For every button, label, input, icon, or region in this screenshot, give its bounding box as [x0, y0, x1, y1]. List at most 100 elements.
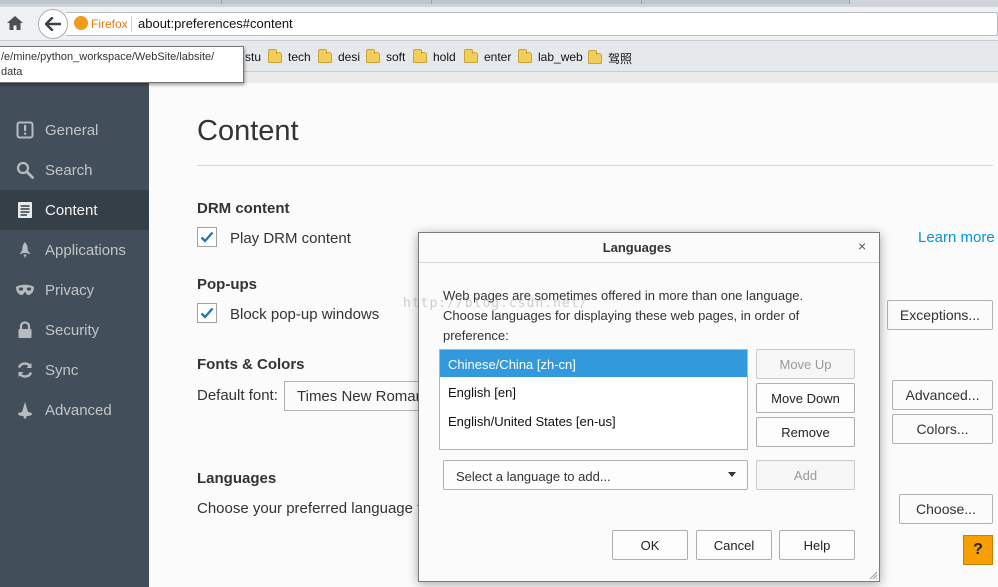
bookmark-folder[interactable]: stu: [245, 50, 261, 64]
tooltip-line: /e/mine/python_workspace/WebSite/labsite…: [1, 51, 215, 63]
ok-button[interactable]: OK: [612, 530, 688, 560]
bookmark-folder[interactable]: lab_web: [518, 48, 583, 64]
back-arrow-icon: [45, 17, 61, 31]
help-label: Help: [803, 537, 831, 553]
sidebar-item-label: Applications: [45, 241, 126, 259]
bookmark-folder[interactable]: soft: [366, 48, 406, 64]
sync-icon: [14, 359, 36, 381]
rocket-icon: [14, 239, 36, 261]
bookmark-folder[interactable]: desi: [318, 48, 361, 64]
block-popups-label[interactable]: Block pop-up windows: [230, 306, 379, 323]
tab[interactable]: [432, 0, 642, 4]
default-font-label: Default font:: [197, 387, 278, 404]
sidebar-item-label: Advanced: [45, 401, 112, 419]
bookmark-folder[interactable]: hold: [413, 48, 456, 64]
move-up-button[interactable]: Move Up: [756, 349, 855, 379]
colors-button[interactable]: Colors...: [892, 414, 993, 444]
bookmark-tooltip: /e/mine/python_workspace/WebSite/labsite…: [0, 46, 244, 83]
list-item[interactable]: English [en]: [440, 378, 747, 405]
bookmark-label: lab_web: [538, 50, 583, 64]
help-dialog-button[interactable]: Help: [779, 530, 855, 560]
mask-icon: [14, 279, 36, 301]
bookmark-label: soft: [386, 50, 406, 64]
sidebar-item-label: Security: [45, 321, 100, 339]
checkmark-icon: [200, 231, 214, 243]
list-item[interactable]: English/United States [en-us]: [440, 407, 747, 434]
list-item[interactable]: Chinese/China [zh-cn]: [440, 350, 747, 377]
bookmark-label: stu: [245, 50, 262, 64]
choose-languages-button[interactable]: Choose...: [899, 494, 993, 524]
folder-icon: [464, 48, 478, 63]
drm-checkbox[interactable]: [197, 227, 217, 247]
sidebar-item-general[interactable]: General: [0, 110, 149, 150]
sidebar-item-label: General: [45, 121, 99, 139]
bookmark-folder[interactable]: 驾照: [588, 50, 632, 67]
wizard-icon: [14, 399, 36, 421]
exceptions-button[interactable]: Exceptions...: [887, 300, 993, 330]
advanced-fonts-button[interactable]: Advanced...: [892, 380, 993, 410]
languages-description: Choose your preferred language f: [197, 500, 422, 517]
sidebar-item-label: Sync: [45, 361, 79, 379]
identity-label: Firefox: [91, 17, 128, 31]
add-language-button[interactable]: Add: [756, 460, 855, 490]
popups-heading: Pop-ups: [197, 276, 257, 293]
ok-label: OK: [640, 537, 660, 553]
url-separator: [131, 16, 132, 32]
folder-icon: [318, 48, 332, 63]
move-down-button[interactable]: Move Down: [756, 383, 855, 413]
help-button[interactable]: ?: [963, 535, 993, 565]
folder-icon: [268, 48, 282, 63]
drm-checkbox-label[interactable]: Play DRM content: [230, 230, 351, 247]
home-icon: [7, 16, 23, 30]
bookmark-label: desi: [338, 50, 361, 64]
tab[interactable]: [222, 0, 432, 4]
resize-grip-icon[interactable]: [868, 570, 878, 580]
sidebar-item-sync[interactable]: Sync: [0, 350, 149, 390]
page-title: Content: [197, 115, 299, 147]
sidebar-item-search[interactable]: Search: [0, 150, 149, 190]
sidebar-item-privacy[interactable]: Privacy: [0, 270, 149, 310]
back-button[interactable]: [38, 9, 68, 39]
tooltip-line: data: [1, 66, 23, 78]
watermark-text: http://blog.csdn.net/: [403, 296, 589, 311]
folder-icon: [518, 48, 532, 63]
add-language-select[interactable]: Select a language to add...: [443, 460, 748, 490]
remove-button[interactable]: Remove: [756, 417, 855, 447]
block-popups-checkbox[interactable]: [197, 303, 217, 323]
sidebar-item-advanced[interactable]: Advanced: [0, 390, 149, 430]
move-up-label: Move Up: [779, 356, 832, 372]
folder-icon: [413, 48, 427, 63]
sidebar-item-security[interactable]: Security: [0, 310, 149, 350]
tab[interactable]: [642, 0, 850, 4]
chevron-down-icon: [728, 472, 736, 477]
search-icon: [14, 159, 36, 181]
close-icon[interactable]: ×: [858, 238, 866, 254]
cancel-label: Cancel: [713, 537, 755, 553]
sidebar-item-content[interactable]: Content: [0, 190, 149, 230]
cancel-button[interactable]: Cancel: [696, 530, 772, 560]
bookmark-label: hold: [433, 50, 456, 64]
bookmark-label: 驾照: [608, 52, 633, 66]
bookmark-label: tech: [288, 50, 311, 64]
move-down-label: Move Down: [771, 390, 840, 406]
sidebar-item-applications[interactable]: Applications: [0, 230, 149, 270]
document-icon: [14, 199, 36, 221]
checkmark-icon: [200, 307, 214, 319]
languages-heading: Languages: [197, 470, 277, 487]
sidebar-item-label: Privacy: [45, 281, 95, 299]
general-icon: [14, 119, 36, 141]
drm-heading: DRM content: [197, 200, 290, 217]
remove-label: Remove: [781, 424, 830, 440]
folder-icon: [588, 50, 602, 64]
dialog-title: Languages: [602, 240, 672, 255]
add-label: Add: [793, 467, 818, 483]
fonts-colors-heading: Fonts & Colors: [197, 356, 305, 373]
sidebar-item-label: Content: [45, 201, 98, 219]
url-text[interactable]: about:preferences#content: [138, 16, 293, 31]
bookmark-folder[interactable]: enter: [464, 48, 511, 64]
home-button[interactable]: [2, 10, 28, 36]
learn-more-link[interactable]: Learn more: [918, 229, 995, 246]
tab[interactable]: [0, 0, 222, 4]
bookmark-folder[interactable]: tech: [268, 48, 311, 64]
firefox-logo-icon: [74, 16, 88, 30]
